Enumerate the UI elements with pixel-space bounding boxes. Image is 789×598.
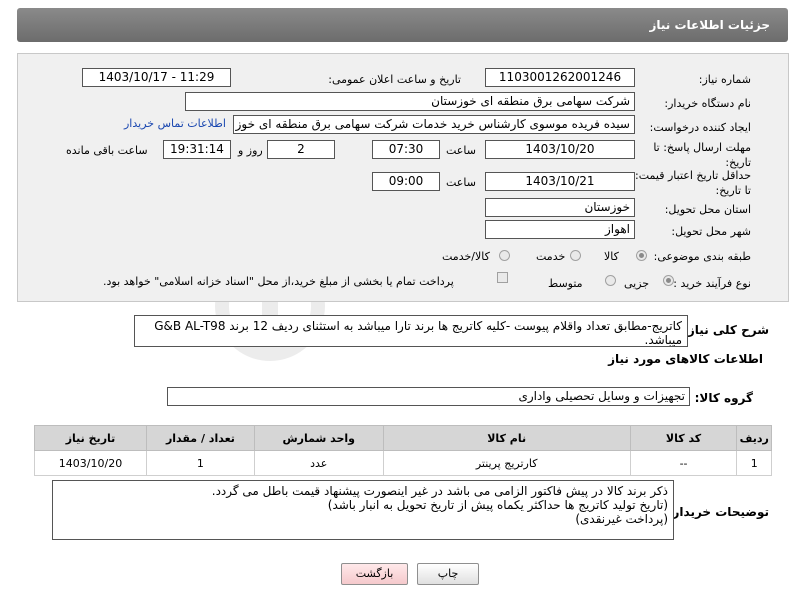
process-label: نوع فرآیند خرید : [673, 277, 751, 290]
price-valid-label: حداقل تاریخ اعتبار قیمت: تا تاریخ: [635, 169, 751, 197]
treasury-payment-checkbox[interactable] [497, 272, 508, 283]
category-radio-goods-service[interactable] [499, 250, 510, 261]
days-field[interactable]: 2 [267, 140, 335, 159]
need-number-field[interactable]: 1103001262001246 [485, 68, 635, 87]
deadline-date-field[interactable]: 1403/10/20 [485, 140, 635, 159]
announce-field[interactable]: 1403/10/17 - 11:29 [82, 68, 231, 87]
price-valid-time-label: ساعت [446, 176, 476, 189]
buyer-notes-line-2: (تاریخ تولید کاتریج ها حداکثر یکماه پیش … [327, 498, 668, 512]
cell-date: 1403/10/20 [33, 450, 148, 476]
process-option-medium: متوسط [548, 277, 583, 290]
back-button[interactable]: بازگشت [341, 563, 408, 585]
goods-table: ردیف کد کالا نام کالا واحد شمارش تعداد /… [33, 425, 772, 476]
buyer-field[interactable]: شرکت سهامی برق منطقه ای خوزستان [185, 92, 635, 111]
process-radio-medium[interactable] [605, 275, 616, 286]
remaining-time-field[interactable]: 19:31:14 [163, 140, 231, 159]
category-option-service: خدمت [536, 250, 566, 263]
creator-field[interactable]: سیده فریده موسوی کارشناس خرید خدمات شرکت… [233, 115, 635, 134]
print-button[interactable]: چاپ [417, 563, 479, 585]
announce-label: تاریخ و ساعت اعلان عمومی: [328, 73, 461, 86]
cell-name: کارتریج پرینتر [382, 450, 631, 476]
city-field[interactable]: اهواز [485, 220, 635, 239]
summary-label: شرح کلی نیاز: [683, 323, 769, 337]
process-radio-minor[interactable] [663, 275, 674, 286]
process-option-minor: جزیی [624, 277, 650, 290]
price-valid-date-field[interactable]: 1403/10/21 [485, 172, 635, 191]
cell-qty: 1 [146, 450, 255, 476]
goods-group-field[interactable]: تجهیزات و وسایل تحصیلی واداری [167, 387, 690, 406]
category-radio-goods[interactable] [636, 250, 647, 261]
city-label: شهر محل تحویل: [671, 225, 751, 238]
province-label: استان محل تحویل: [664, 203, 751, 216]
creator-label: ایجاد کننده درخواست: [649, 121, 751, 134]
remaining-label: ساعت باقی مانده [66, 144, 148, 157]
goods-table-header: ردیف کد کالا نام کالا واحد شمارش تعداد /… [33, 425, 772, 451]
table-row: 1 -- کارتریج پرینتر عدد 1 1403/10/20 [33, 450, 772, 476]
cell-row: 1 [736, 450, 772, 476]
goods-section-title: اطلاعات کالاهای مورد نیاز [608, 352, 763, 366]
category-label: طبقه بندی موضوعی: [653, 250, 751, 263]
cell-unit: عدد [253, 450, 384, 476]
buyer-notes-line-1: ذکر برند کالا در پیش فاکتور الزامی می با… [211, 484, 668, 498]
need-number-label: شماره نیاز: [698, 73, 751, 86]
deadline-label: مهلت ارسال پاسخ: تا تاریخ: [653, 141, 751, 169]
deadline-time-label: ساعت [446, 144, 476, 157]
province-field[interactable]: خوزستان [485, 198, 635, 217]
col-unit: واحد شمارش [253, 425, 384, 451]
col-row: ردیف [736, 425, 772, 451]
days-label: روز و [238, 144, 263, 157]
price-valid-time-field[interactable]: 09:00 [372, 172, 440, 191]
category-option-goods-service: کالا/خدمت [442, 250, 490, 263]
goods-group-label: گروه کالا: [694, 391, 753, 405]
buyer-notes-label: توضیحات خریدار: [667, 505, 769, 519]
col-name: نام کالا [382, 425, 631, 451]
col-code: کد کالا [629, 425, 738, 451]
col-date: تاریخ نیاز [33, 425, 148, 451]
page-title: جزئیات اطلاعات نیاز [649, 18, 770, 32]
buyer-notes-line-3: (پرداخت غیرنقدی) [575, 512, 668, 526]
page-header: جزئیات اطلاعات نیاز [17, 8, 788, 42]
col-qty: تعداد / مقدار [146, 425, 255, 451]
buyer-label: نام دستگاه خریدار: [664, 97, 751, 110]
cell-code: -- [629, 450, 738, 476]
deadline-time-field[interactable]: 07:30 [372, 140, 440, 159]
buyer-notes-textarea[interactable]: ذکر برند کالا در پیش فاکتور الزامی می با… [52, 480, 674, 540]
buyer-contact-link[interactable]: اطلاعات تماس خریدار [124, 117, 226, 130]
category-option-goods: کالا [604, 250, 619, 263]
treasury-payment-text: پرداخت تمام یا بخشی از مبلغ خرید،از محل … [103, 275, 454, 288]
category-radio-service[interactable] [570, 250, 581, 261]
summary-textarea[interactable]: کاتریج-مطابق تعداد واقلام پیوست -کلیه کا… [134, 315, 688, 347]
